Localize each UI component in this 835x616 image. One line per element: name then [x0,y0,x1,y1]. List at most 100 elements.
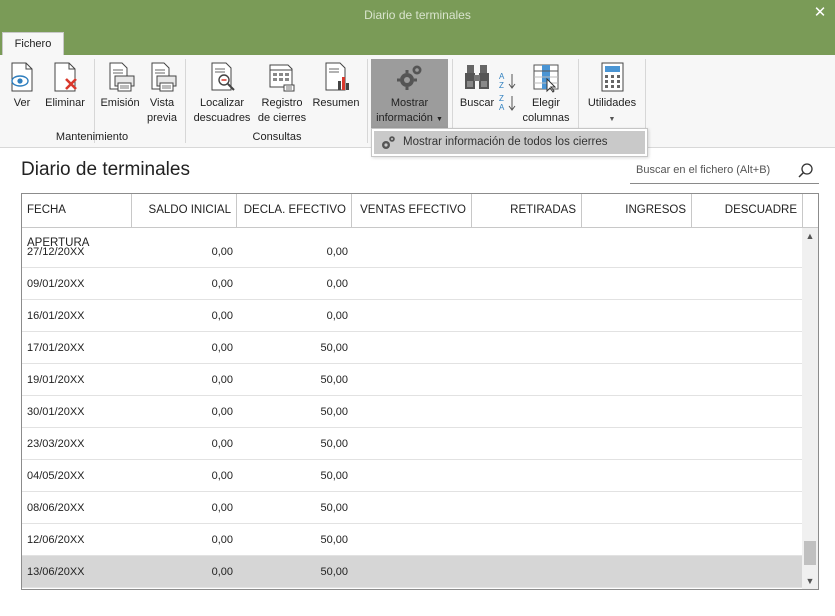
scroll-up-icon[interactable]: ▲ [802,228,818,244]
columns-icon [530,61,562,93]
sort-ascending-button[interactable]: A Z [498,71,518,91]
table-row[interactable]: 17/01/20XX 0,00 50,00 [22,332,803,364]
cell-fecha-apertura: 08/06/20XX [27,502,85,514]
svg-text:A: A [499,72,505,81]
sort-descending-button[interactable]: Z A [498,93,518,113]
svg-text:Z: Z [499,94,504,103]
gears-icon [394,61,426,93]
eliminar-button[interactable]: Eliminar [42,61,88,111]
printer-icon [104,61,136,93]
cell-fecha-apertura: 27/12/20XX [27,246,85,258]
column-header-ventas-efectivo[interactable]: VENTAS EFECTIVO [352,194,472,227]
vertical-scrollbar[interactable]: ▲ ▼ [802,228,818,589]
cell-decla-efectivo: 50,00 [320,438,348,450]
eliminar-label: Eliminar [45,97,85,109]
mostrar-informacion-button[interactable]: Mostrar información ▼ [371,59,448,129]
cell-saldo-inicial: 0,00 [211,310,233,322]
emision-label: Emisión [100,97,140,109]
table-row[interactable]: 12/06/20XX 0,00 50,00 [22,524,803,556]
table-row[interactable]: 04/05/20XX 0,00 50,00 [22,460,803,492]
cell-saldo-inicial: 0,00 [211,534,233,546]
column-header-descuadre[interactable]: DESCUADRE [692,194,803,227]
group-label-mantenimiento: Mantenimiento [55,131,129,143]
table-row[interactable]: 27/12/20XX 0,00 0,00 [22,236,803,268]
resumen-label: Resumen [312,97,360,109]
cell-fecha-apertura: 09/01/20XX [27,278,85,290]
elegir-label-2: columnas [522,112,570,124]
search-placeholder: Buscar en el fichero (Alt+B) [636,164,771,176]
column-header-decla-efectivo[interactable]: DECLA. EFECTIVO [237,194,352,227]
cell-saldo-inicial: 0,00 [211,438,233,450]
ribbon-tab-bar: Fichero [0,31,835,55]
menu-item-mostrar-todos-cierres[interactable]: Mostrar información de todos los cierres [374,131,645,154]
cell-saldo-inicial: 0,00 [211,278,233,290]
search-document-icon [206,61,238,93]
column-header-retiradas[interactable]: RETIRADAS [472,194,582,227]
ribbon-separator [185,59,186,143]
cell-fecha-apertura: 17/01/20XX [27,342,85,354]
elegir-label-1: Elegir [531,97,561,109]
chevron-down-icon: ▼ [435,116,443,123]
cell-saldo-inicial: 0,00 [211,470,233,482]
chevron-down-icon: ▼ [608,116,616,123]
cell-decla-efectivo: 50,00 [320,470,348,482]
column-header-ingresos[interactable]: INGRESOS [582,194,692,227]
cell-decla-efectivo: 50,00 [320,534,348,546]
cell-saldo-inicial: 0,00 [211,406,233,418]
elegir-columnas-button[interactable]: Elegir columnas [520,61,572,126]
tab-fichero[interactable]: Fichero [2,32,64,55]
table-row[interactable]: 23/03/20XX 0,00 50,00 [22,428,803,460]
search-input[interactable]: Buscar en el fichero (Alt+B) [630,160,819,184]
cell-fecha-apertura: 30/01/20XX [27,406,85,418]
cell-saldo-inicial: 0,00 [211,246,233,258]
cell-fecha-apertura: 13/06/20XX [27,566,85,578]
scrollbar-thumb[interactable] [804,541,816,565]
mostrar-label-2: información [376,112,433,124]
mostrar-label-1: Mostrar [390,97,429,109]
cell-decla-efectivo: 50,00 [320,502,348,514]
column-header-fecha-apertura[interactable]: FECHA APERTURA [22,194,132,249]
ver-label: Ver [13,97,31,109]
cell-decla-efectivo: 50,00 [320,374,348,386]
registro-cierres-button[interactable]: Registro de cierres [256,61,308,126]
utilidades-label: Utilidades [587,97,637,109]
column-header-saldo-inicial[interactable]: SALDO INICIAL [132,194,237,227]
cell-saldo-inicial: 0,00 [211,374,233,386]
eye-document-icon [6,61,38,93]
table-row-selected[interactable]: 13/06/20XX 0,00 50,00 [22,556,803,588]
ribbon-separator [367,59,368,143]
table-row[interactable]: 09/01/20XX 0,00 0,00 [22,268,803,300]
registro-label-2: de cierres [257,112,307,124]
registro-label-1: Registro [261,97,303,109]
cell-fecha-apertura: 23/03/20XX [27,438,85,450]
table-row[interactable]: 16/01/20XX 0,00 0,00 [22,300,803,332]
cell-fecha-apertura: 19/01/20XX [27,374,85,386]
table-row[interactable]: 30/01/20XX 0,00 50,00 [22,396,803,428]
cell-decla-efectivo: 0,00 [326,246,348,258]
gears-icon [380,135,396,151]
cell-decla-efectivo: 50,00 [320,342,348,354]
cell-saldo-inicial: 0,00 [211,566,233,578]
resumen-button[interactable]: Resumen [310,61,362,111]
buscar-label: Buscar [459,97,495,109]
localizar-descuadres-button[interactable]: Localizar descuadres [192,61,252,126]
chart-document-icon [320,61,352,93]
delete-document-icon [49,61,81,93]
table-row[interactable]: 08/06/20XX 0,00 50,00 [22,492,803,524]
search-icon[interactable] [797,162,815,180]
emision-button[interactable]: Emisión [98,61,142,111]
ver-button[interactable]: Ver [6,61,38,111]
window-title: Diario de terminales [364,8,471,22]
cell-decla-efectivo: 0,00 [326,310,348,322]
close-icon[interactable]: ✕ [805,0,835,31]
table-row[interactable]: 19/01/20XX 0,00 50,00 [22,364,803,396]
cell-fecha-apertura: 12/06/20XX [27,534,85,546]
vista-previa-label-1: Vista [149,97,175,109]
scroll-down-icon[interactable]: ▼ [802,573,818,589]
buscar-button[interactable]: Buscar [458,61,496,111]
vista-previa-button[interactable]: Vista previa [144,61,180,126]
page-title: Diario de terminales [21,159,190,180]
sort-ascending-icon: A Z [499,72,516,90]
utilidades-button[interactable]: Utilidades ▼ [584,61,640,127]
cell-saldo-inicial: 0,00 [211,502,233,514]
